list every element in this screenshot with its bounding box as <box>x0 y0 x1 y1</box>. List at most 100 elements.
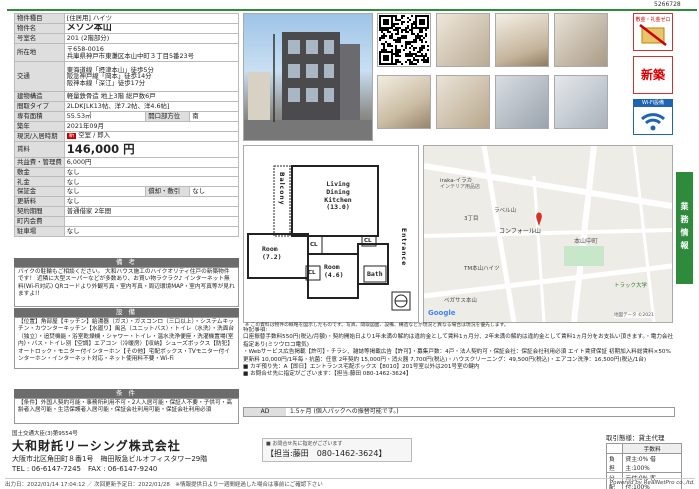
fee-row-label: 負担 <box>605 453 624 473</box>
property-row: 物件名 メゾン本山 <box>14 22 240 35</box>
qr-module <box>419 55 421 57</box>
qr-module <box>413 63 415 65</box>
qr-module <box>421 45 423 47</box>
property-value: メゾン本山 <box>63 22 240 35</box>
qr-module <box>395 41 397 43</box>
qr-module <box>413 57 415 59</box>
property-value-text: 普通借家 2年間 <box>66 207 112 216</box>
qr-module <box>423 57 425 59</box>
property-value: 201 (2階部分) <box>63 33 240 45</box>
qr-module <box>397 59 399 61</box>
notes-line: ・Webサービス広告掲載【許可】・チラシ、雑誌等掲載広告【許可】・募集戸数：4戸… <box>243 349 671 363</box>
qr-module <box>389 45 391 47</box>
property-label: 更新料 <box>14 196 65 208</box>
interior-photo[interactable] <box>554 75 608 129</box>
qr-module <box>411 23 413 25</box>
qr-module <box>413 27 415 29</box>
qr-module <box>425 59 427 61</box>
qr-module <box>381 29 383 31</box>
qr-module <box>409 61 411 63</box>
qr-module <box>389 37 391 39</box>
property-row: 物件種目 [住居用] ハイツ <box>14 13 240 24</box>
qr-module <box>383 33 385 35</box>
interior-photo[interactable] <box>554 13 608 67</box>
closet-label: CL <box>310 242 318 248</box>
property-value: 東海道線「摂津本山」徒歩5分 阪急神戸線「岡本」徒歩14分 阪神本線「深江」徒歩17… <box>63 61 240 93</box>
qr-module <box>417 51 419 53</box>
qr-module <box>411 25 413 27</box>
qr-module <box>401 15 403 17</box>
interior-photo[interactable] <box>495 13 549 67</box>
qr-module <box>411 41 413 43</box>
qr-module <box>401 21 403 23</box>
qr-module <box>387 29 389 31</box>
qr-module <box>405 55 407 57</box>
qr-module <box>415 41 417 43</box>
qr-code-graphic <box>379 15 429 65</box>
property-row: 敷金 なし <box>14 166 240 178</box>
qr-module <box>413 47 415 49</box>
map-label: ペガサス本山 <box>444 298 477 304</box>
qr-module <box>383 19 389 25</box>
map-label: 本山中町 <box>574 238 599 245</box>
interior-photo[interactable] <box>436 13 490 67</box>
map-brand: Google <box>428 309 456 317</box>
qr-module <box>387 43 389 45</box>
qr-module <box>423 45 425 47</box>
property-value-text: 2LDK[LK13帖、洋7.2帖、洋4.6帖] <box>66 102 170 111</box>
room1-label: Room (7.2) <box>262 245 282 261</box>
qr-code[interactable] <box>377 13 431 67</box>
qr-module <box>399 61 401 63</box>
qr-module <box>417 33 419 35</box>
qr-module <box>405 29 407 31</box>
qr-module <box>407 53 409 55</box>
property-value: 2021年09月 <box>63 120 240 132</box>
qr-module <box>405 41 407 43</box>
qr-module <box>409 53 411 55</box>
qr-module <box>415 63 417 65</box>
agent-phone: TEL : 06-6147-7245 FAX : 06-6147-9240 <box>12 465 158 473</box>
qr-module <box>397 23 399 25</box>
interior-photo[interactable] <box>436 75 490 129</box>
footer: 出力日：2022/01/14 17:04:12 ／ 次回更新予定日：2022/0… <box>5 478 695 488</box>
property-value: 新空室 / 即入 <box>63 130 240 142</box>
qr-module <box>421 55 423 57</box>
balcony-label: Balcony <box>278 172 285 206</box>
qr-module <box>395 49 397 51</box>
property-row: 礼金 なし <box>14 176 240 188</box>
qr-module <box>385 35 387 37</box>
qr-module <box>397 53 399 55</box>
property-value: なし <box>63 176 240 188</box>
property-value: なし <box>189 186 239 198</box>
property-row: 駐車場 なし <box>14 225 240 237</box>
qr-module <box>413 21 415 23</box>
qr-module <box>415 55 417 57</box>
qr-module <box>423 59 425 61</box>
property-label: 所在地 <box>14 43 65 63</box>
qr-module <box>391 35 393 37</box>
location-map[interactable]: iraka-イラカ インテリア用品店 ラベル山 コンフォール山 3丁目 本山中町… <box>423 145 673 323</box>
property-value-text: 軽量鉄骨造 地上3階 総戸数6戸 <box>66 92 156 101</box>
qr-module <box>403 15 405 17</box>
qr-module <box>399 49 401 51</box>
interior-photo[interactable] <box>377 75 431 129</box>
qr-module <box>427 61 429 63</box>
interior-photo[interactable] <box>495 75 549 129</box>
qr-module <box>401 23 403 25</box>
footer-right: Powered by RealNetPro co.,ltd. <box>609 480 695 486</box>
property-value: [住居用] ハイツ <box>63 13 240 24</box>
qr-module <box>395 61 397 63</box>
property-label: 築年 <box>14 120 65 132</box>
qr-module <box>387 45 389 47</box>
qr-module <box>383 35 385 37</box>
qr-module <box>427 45 429 47</box>
business-info-button[interactable]: 業務情報 <box>676 172 693 284</box>
qr-module <box>383 37 385 39</box>
building-photo[interactable] <box>243 13 373 141</box>
new-badge: 新 <box>66 133 77 140</box>
qr-module <box>411 53 413 55</box>
property-row: 間取タイプ 2LDK[LK13帖、洋7.2帖、洋4.6帖] <box>14 101 240 112</box>
qr-module <box>413 23 415 25</box>
property-row: 所在地 〒658-0016 兵庫県神戸市東灘区本山中町３丁目5番23号 <box>14 43 240 63</box>
qr-module <box>393 53 395 55</box>
